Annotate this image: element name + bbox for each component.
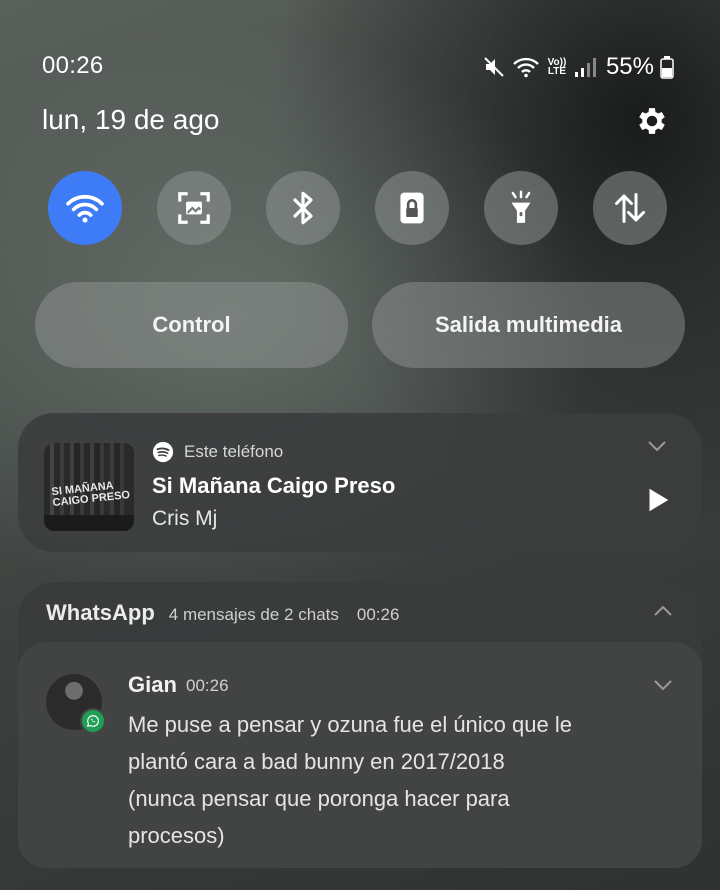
lock-icon bbox=[400, 192, 424, 224]
flashlight-icon bbox=[511, 190, 531, 223]
play-icon[interactable] bbox=[642, 485, 672, 515]
chevron-up-icon[interactable] bbox=[652, 604, 674, 618]
data-transfer-icon bbox=[615, 193, 645, 223]
quick-settings-row bbox=[48, 171, 668, 247]
status-icons: Vo)) LTE 55% bbox=[482, 52, 674, 82]
message-time: 00:26 bbox=[186, 676, 229, 695]
media-source-label: Este teléfono bbox=[184, 442, 284, 461]
message-body: Me puse a pensar y ozuna fue el único qu… bbox=[128, 706, 658, 854]
whatsapp-group-header: WhatsApp 4 mensajes de 2 chats 00:26 bbox=[46, 600, 399, 626]
media-player-card[interactable]: SI MAÑANA CAIGO PRESO Este teléfono Si M… bbox=[18, 413, 702, 552]
wifi-toggle[interactable] bbox=[48, 171, 122, 245]
battery-percent: 55% bbox=[605, 53, 654, 80]
date: lun, 19 de ago bbox=[42, 104, 220, 135]
flashlight-toggle[interactable] bbox=[484, 171, 558, 245]
app-name: WhatsApp bbox=[46, 600, 155, 625]
bluetooth-toggle[interactable] bbox=[266, 171, 340, 245]
screenshot-toggle[interactable] bbox=[157, 171, 231, 245]
wifi-icon bbox=[66, 194, 104, 223]
message-line: procesos) bbox=[128, 823, 225, 848]
media-source: Este teléfono bbox=[152, 441, 283, 463]
chevron-down-icon[interactable] bbox=[646, 439, 668, 453]
message-line: Me puse a pensar y ozuna fue el único qu… bbox=[128, 712, 572, 737]
rotation-lock-toggle[interactable] bbox=[375, 171, 449, 245]
message-sender: Gian bbox=[128, 672, 177, 697]
screen-capture-icon bbox=[178, 192, 210, 224]
media-title: Si Mañana Caigo Preso bbox=[152, 473, 396, 498]
group-time: 00:26 bbox=[356, 605, 400, 624]
status-bar: 00:26 Vo)) LTE 55% bbox=[42, 52, 674, 82]
whatsapp-badge-icon bbox=[80, 708, 106, 734]
whatsapp-notification-group[interactable]: WhatsApp 4 mensajes de 2 chats 00:26 Gia… bbox=[18, 582, 702, 868]
media-artist: Cris Mj bbox=[152, 507, 218, 530]
message-line: (nunca pensar que poronga hacer para bbox=[128, 786, 510, 811]
album-art-title: SI MAÑANA CAIGO PRESO bbox=[50, 479, 131, 510]
clock: 00:26 bbox=[42, 52, 104, 79]
group-summary: 4 mensajes de 2 chats bbox=[168, 605, 339, 624]
media-output-button[interactable]: Salida multimedia bbox=[372, 282, 685, 368]
message-line: plantó cara a bad bunny en 2017/2018 bbox=[128, 749, 505, 774]
control-button[interactable]: Control bbox=[35, 282, 348, 368]
signal-icon bbox=[574, 58, 596, 77]
chevron-down-icon[interactable] bbox=[652, 678, 674, 692]
album-art: SI MAÑANA CAIGO PRESO bbox=[44, 443, 134, 531]
mute-icon bbox=[484, 57, 504, 77]
mobile-data-toggle[interactable] bbox=[593, 171, 667, 245]
settings-gear-icon[interactable] bbox=[634, 103, 670, 139]
whatsapp-message-notification[interactable]: Gian 00:26 Me puse a pensar y ozuna fue … bbox=[18, 642, 702, 868]
bluetooth-icon bbox=[293, 191, 313, 225]
spotify-icon bbox=[152, 441, 174, 463]
battery-icon bbox=[660, 56, 674, 79]
volte-icon: Vo)) LTE bbox=[547, 57, 567, 77]
wifi-icon bbox=[513, 57, 539, 78]
